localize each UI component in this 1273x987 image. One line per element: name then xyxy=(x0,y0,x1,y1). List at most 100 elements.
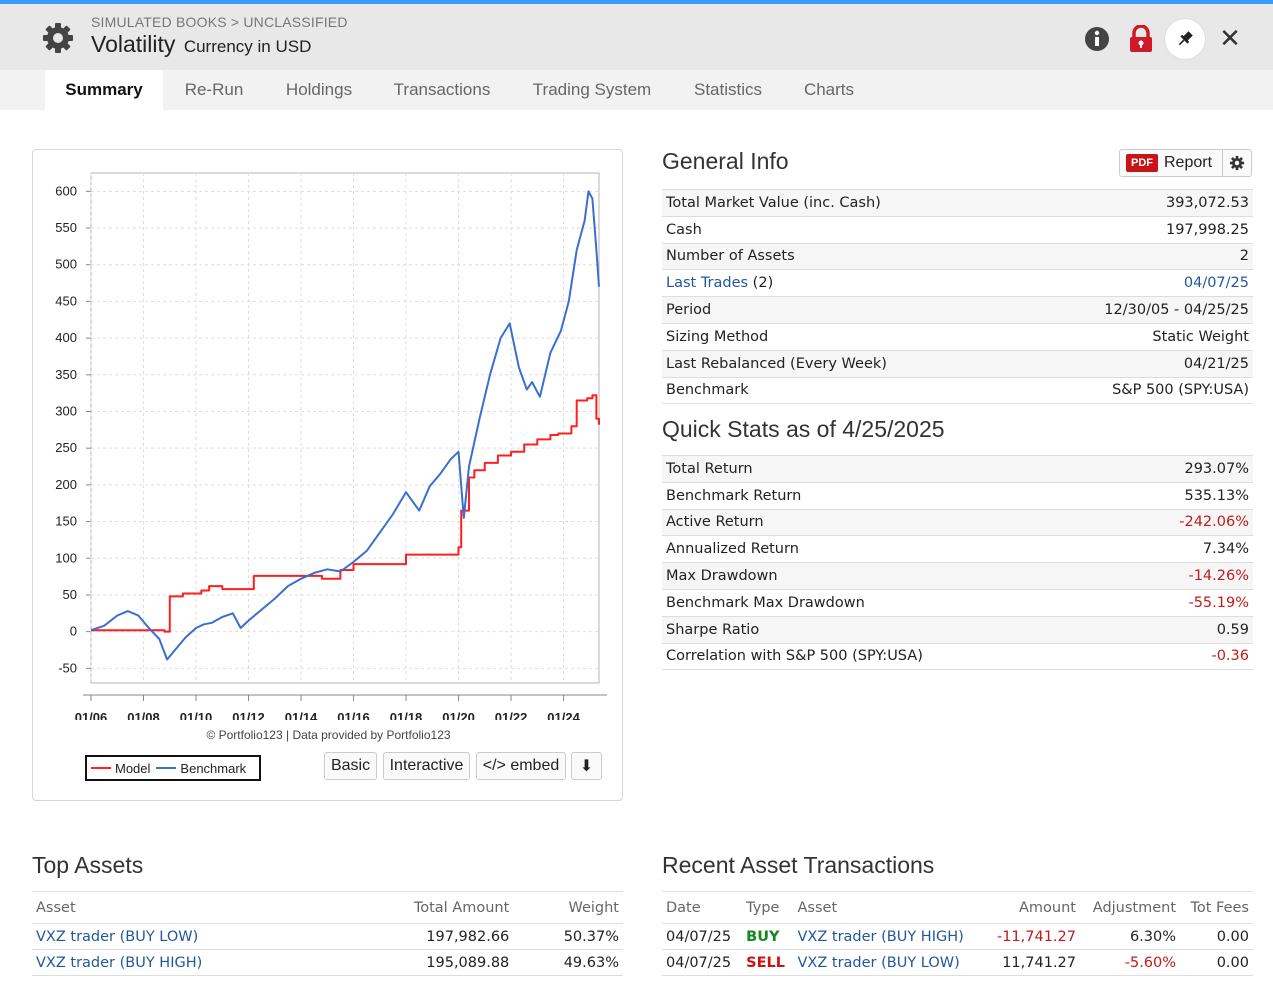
stat-label: Total Return xyxy=(662,455,1119,483)
gear-icon[interactable] xyxy=(40,20,76,56)
stat-value: -242.06% xyxy=(1118,508,1253,536)
top-assets-table: Asset Total Amount Weight VXZ trader (BU… xyxy=(32,891,623,976)
stat-value: -55.19% xyxy=(1118,588,1253,617)
chart-basic-button[interactable]: Basic xyxy=(324,752,377,780)
legend-model[interactable]: Model xyxy=(91,761,150,776)
download-icon[interactable]: ⬇ xyxy=(571,752,602,780)
col-asset[interactable]: Asset xyxy=(32,891,335,924)
tx-amount: -11,741.27 xyxy=(984,923,1080,950)
stat-row: Max Drawdown -14.26% xyxy=(662,562,1253,590)
info-value: 393,072.53 xyxy=(1016,189,1253,217)
tx-date: 04/07/25 xyxy=(662,923,743,950)
col-type[interactable]: Type xyxy=(742,891,794,924)
table-row: 04/07/25 BUY VXZ trader (BUY HIGH) -11,7… xyxy=(662,923,1253,950)
col-amount[interactable]: Amount xyxy=(984,891,1080,924)
y-tick-label: 250 xyxy=(55,440,77,455)
col-total-amount[interactable]: Total Amount xyxy=(334,891,514,924)
asset-weight: 49.63% xyxy=(513,949,623,976)
legend-benchmark[interactable]: Benchmark xyxy=(156,761,246,776)
page-title: Volatility xyxy=(91,31,176,57)
lock-icon[interactable] xyxy=(1120,18,1162,60)
chart-interactive-button[interactable]: Interactive xyxy=(383,752,470,780)
x-tick-label: 01/08 xyxy=(127,710,160,720)
col-asset[interactable]: Asset xyxy=(793,891,985,924)
recent-tx-title: Recent Asset Transactions xyxy=(662,852,935,878)
legend-model-label: Model xyxy=(115,760,151,776)
stat-row: Correlation with S&P 500 (SPY:USA) -0.36 xyxy=(662,642,1253,671)
pdf-report-button[interactable]: PDF Report xyxy=(1119,149,1223,177)
tab-re-run[interactable]: Re-Run xyxy=(172,70,256,110)
col-adjustment[interactable]: Adjustment xyxy=(1080,891,1181,924)
tab-statistics[interactable]: Statistics xyxy=(682,70,774,110)
report-settings-gear-icon[interactable] xyxy=(1222,149,1252,177)
x-tick-label: 01/20 xyxy=(442,710,475,720)
stat-label: Sharpe Ratio xyxy=(662,615,1119,644)
stat-label: Annualized Return xyxy=(662,535,1119,563)
tab-holdings[interactable]: Holdings xyxy=(272,70,366,110)
y-tick-label: 450 xyxy=(55,293,77,308)
legend-model-swatch xyxy=(91,767,111,769)
y-tick-label: 150 xyxy=(55,514,77,529)
col-weight[interactable]: Weight xyxy=(513,891,623,924)
info-row: Number of Assets 2 xyxy=(662,242,1253,270)
x-tick-label: 01/22 xyxy=(495,710,528,720)
chart-embed-button[interactable]: </> embed xyxy=(476,752,566,780)
info-label: Last Rebalanced (Every Week) xyxy=(662,349,1017,378)
y-tick-label: 0 xyxy=(70,624,77,639)
last-trades-date-link[interactable]: 04/07/25 xyxy=(1016,269,1253,297)
table-row: VXZ trader (BUY HIGH) 195,089.88 49.63% xyxy=(32,949,623,976)
top-assets-title: Top Assets xyxy=(32,852,144,878)
performance-chart[interactable]: 600550500450400350300250200150100500-500… xyxy=(33,150,624,720)
last-trades-count: (2) xyxy=(748,275,774,292)
currency-label: Currency in USD xyxy=(183,37,312,56)
last-trades-link[interactable]: Last Trades xyxy=(666,275,748,291)
col-tot-fees[interactable]: Tot Fees xyxy=(1180,891,1253,924)
pin-icon[interactable] xyxy=(1164,18,1206,60)
x-tick-label: 01/06 xyxy=(75,710,108,720)
info-value: Static Weight xyxy=(1016,322,1253,351)
info-row: Period 12/30/05 - 04/25/25 xyxy=(662,296,1253,324)
tx-asset-link[interactable]: VXZ trader (BUY LOW) xyxy=(793,949,985,976)
asset-link[interactable]: VXZ trader (BUY HIGH) xyxy=(32,949,335,976)
y-tick-label: 200 xyxy=(55,477,77,492)
info-label-wrap: Last Trades (2) xyxy=(662,269,1017,297)
asset-weight: 50.37% xyxy=(513,923,623,950)
tab-charts[interactable]: Charts xyxy=(792,70,866,110)
x-tick-label: 01/24 xyxy=(547,710,580,720)
close-icon[interactable]: ✕ xyxy=(1209,18,1251,60)
y-tick-label: 350 xyxy=(55,367,77,382)
table-row: 04/07/25 SELL VXZ trader (BUY LOW) 11,74… xyxy=(662,949,1253,976)
info-value: 2 xyxy=(1016,242,1253,270)
page-title-wrap: Volatility Currency in USD xyxy=(91,31,311,58)
stat-value: 0.59 xyxy=(1118,615,1253,644)
stat-row: Benchmark Return 535.13% xyxy=(662,481,1253,510)
tab-summary[interactable]: Summary xyxy=(45,70,163,110)
asset-link[interactable]: VXZ trader (BUY LOW) xyxy=(32,923,335,950)
header: SIMULATED BOOKS > UNCLASSIFIED Volatilit… xyxy=(0,4,1273,70)
y-tick-label: 550 xyxy=(55,220,77,235)
recent-tx-table: Date Type Asset Amount Adjustment Tot Fe… xyxy=(662,891,1253,976)
info-row: Cash 197,998.25 xyxy=(662,215,1253,244)
tx-fees: 0.00 xyxy=(1180,949,1253,976)
stat-value: -0.36 xyxy=(1118,642,1253,671)
info-label: Total Market Value (inc. Cash) xyxy=(662,189,1017,217)
info-row: Sizing Method Static Weight xyxy=(662,322,1253,351)
col-date[interactable]: Date xyxy=(662,891,743,924)
y-tick-label: 100 xyxy=(55,550,77,565)
info-value: 197,998.25 xyxy=(1016,215,1253,244)
legend-benchmark-label: Benchmark xyxy=(180,760,247,776)
tab-transactions[interactable]: Transactions xyxy=(382,70,502,110)
info-icon[interactable] xyxy=(1076,18,1118,60)
tx-asset-link[interactable]: VXZ trader (BUY HIGH) xyxy=(793,923,985,950)
stat-label: Correlation with S&P 500 (SPY:USA) xyxy=(662,642,1119,671)
stat-label: Benchmark Return xyxy=(662,481,1119,510)
y-tick-label: 600 xyxy=(55,183,77,198)
chart-legend: Model Benchmark xyxy=(85,755,261,781)
general-info-table: Total Market Value (inc. Cash) 393,072.53… xyxy=(662,189,1253,405)
tab-trading-system[interactable]: Trading System xyxy=(520,70,664,110)
tx-date: 04/07/25 xyxy=(662,949,743,976)
y-tick-label: 300 xyxy=(55,403,77,418)
legend-benchmark-swatch xyxy=(156,767,177,769)
stat-label: Benchmark Max Drawdown xyxy=(662,588,1119,617)
info-value: 04/21/25 xyxy=(1016,349,1253,378)
